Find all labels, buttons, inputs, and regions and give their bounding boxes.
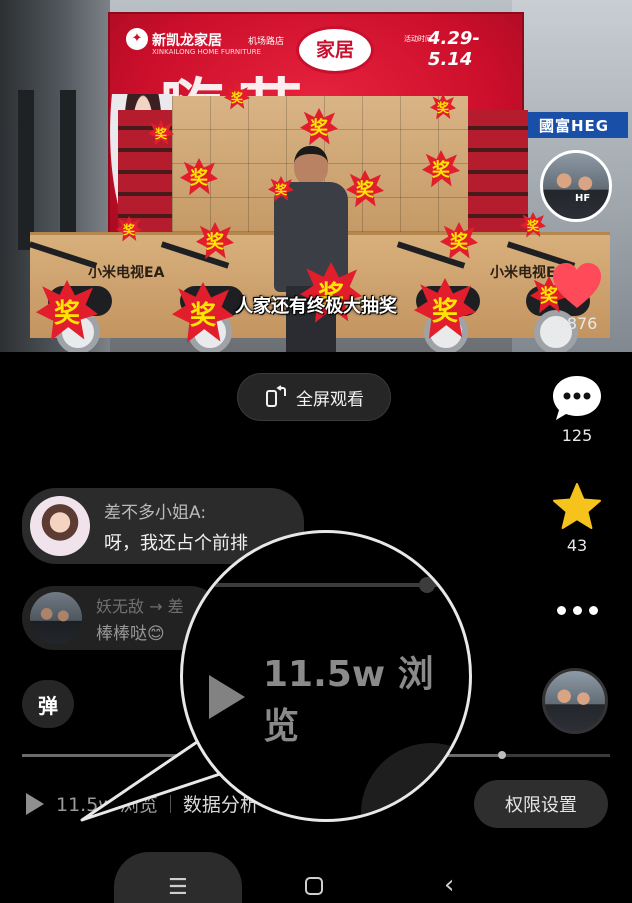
video-caption: 人家还有终极大抽奖 [235, 296, 397, 317]
comment-count: 125 [561, 426, 593, 445]
commenter-name: 差不多小姐A: [104, 502, 207, 523]
commenter-avatar[interactable] [30, 592, 82, 644]
permission-settings-button[interactable]: 权限设置 [474, 780, 608, 828]
video-player[interactable]: 國富HEG ✦ 新凯龙家居 XINKAILONG HOME FURNITURE … [0, 0, 632, 352]
brand-subtitle: XINKAILONG HOME FURNITURE [152, 48, 261, 56]
brand-location: 机场路店 [248, 37, 285, 47]
hf-badge: HF [575, 193, 591, 204]
star-icon [553, 483, 601, 529]
home-icon[interactable] [305, 877, 323, 895]
magnified-view-count: 11.5w 浏览 [263, 654, 434, 747]
presenter [260, 146, 356, 352]
commenter-name: 妖无敌 → 差 [96, 596, 184, 616]
magnified-button-ghost [361, 743, 469, 819]
magnified-view-stats: 11.5w 浏览 [209, 645, 469, 749]
fullscreen-label: 全屏观看 [296, 389, 364, 410]
more-icon[interactable] [544, 606, 610, 615]
like-count: 1876 [556, 314, 598, 333]
mall-pillar [60, 90, 76, 250]
view-stats[interactable]: 11.5w 浏览 数据分析 [26, 790, 259, 817]
event-dates: 4.29-5.14 [428, 28, 480, 70]
rotate-screen-icon [266, 385, 286, 407]
commenter-avatar[interactable] [30, 496, 90, 556]
comment-text: 棒棒哒😊 [96, 623, 165, 644]
progress-handle[interactable] [498, 751, 506, 759]
comment-button[interactable]: 125 [544, 374, 610, 445]
play-icon [26, 792, 44, 815]
like-button[interactable]: 1876 [544, 262, 610, 333]
danmu-toggle-button[interactable]: 弹 [22, 680, 74, 728]
music-disc-avatar[interactable] [542, 668, 608, 734]
bubble-logo: 家居 [296, 26, 374, 74]
heart-icon [553, 263, 601, 308]
store-sign: 國富HEG [520, 112, 628, 138]
favorite-count: 43 [566, 536, 588, 555]
product-shelf-right [468, 110, 528, 240]
mall-pillar [18, 90, 34, 250]
magnifier-callout: 11.5w 浏览 [180, 530, 472, 822]
back-icon[interactable]: ‹ [444, 870, 454, 900]
play-icon [209, 675, 245, 719]
fullscreen-button[interactable]: 全屏观看 [237, 373, 391, 421]
menu-icon[interactable]: ☰ [168, 875, 188, 900]
author-avatar[interactable]: HF [540, 150, 612, 222]
brand-name: 新凯龙家居 [152, 33, 222, 49]
comment-text: 呀，我还占个前排 [104, 532, 248, 554]
comment-icon [553, 376, 601, 420]
magnified-progress-dot [419, 577, 435, 593]
view-count: 11.5w 浏览 [56, 794, 158, 816]
favorite-button[interactable]: 43 [544, 482, 610, 555]
divider [169, 794, 171, 813]
brand-logo-icon: ✦ [126, 28, 148, 50]
